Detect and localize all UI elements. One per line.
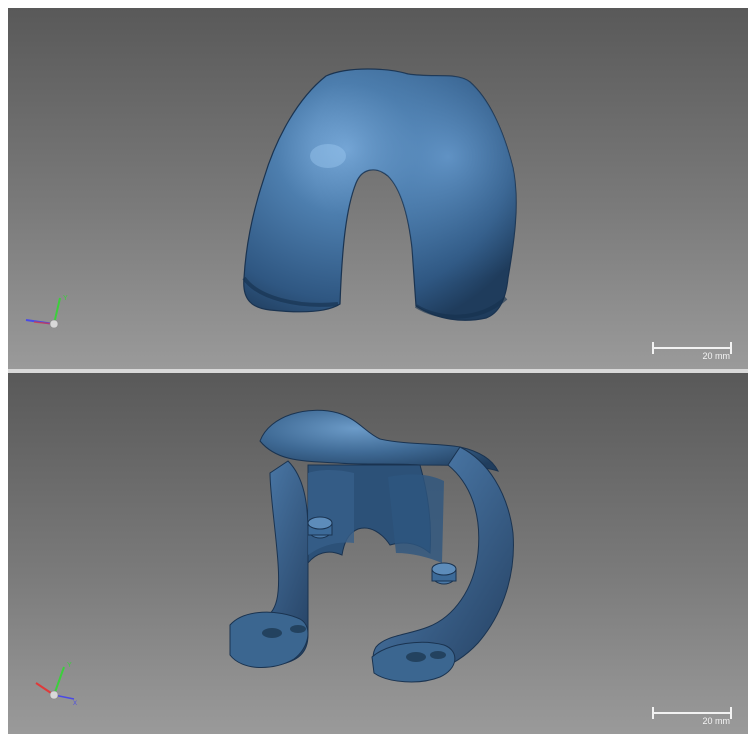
viewport-bottom[interactable]: Y X 20 mm <box>8 373 748 734</box>
femoral-component-front-model[interactable] <box>242 68 517 321</box>
dual-viewport-window: Y 20 mm Y X 20 mm <box>8 8 748 734</box>
y-axis-label: Y <box>67 662 72 669</box>
viewport-top-canvas[interactable] <box>8 8 748 369</box>
viewport-top[interactable]: Y 20 mm <box>8 8 748 369</box>
triad-origin <box>49 319 59 329</box>
triad-origin <box>49 690 59 700</box>
y-axis-line <box>53 666 65 696</box>
x-axis-label: X <box>73 701 77 707</box>
right-peg <box>431 562 457 585</box>
left-peg <box>307 516 333 539</box>
scale-bar-label: 20 mm <box>702 716 730 726</box>
scale-bar-bottom: 20 mm <box>652 706 732 728</box>
axis-triad-bottom[interactable]: Y X <box>18 653 78 713</box>
viewport-bottom-canvas[interactable] <box>8 373 748 734</box>
axis-triad-top[interactable]: Y <box>18 292 78 352</box>
y-axis-label: Y <box>63 295 68 302</box>
femoral-component-underside-model[interactable] <box>229 409 514 683</box>
scale-bar-label: 20 mm <box>702 351 730 361</box>
scale-bar-top: 20 mm <box>652 341 732 363</box>
